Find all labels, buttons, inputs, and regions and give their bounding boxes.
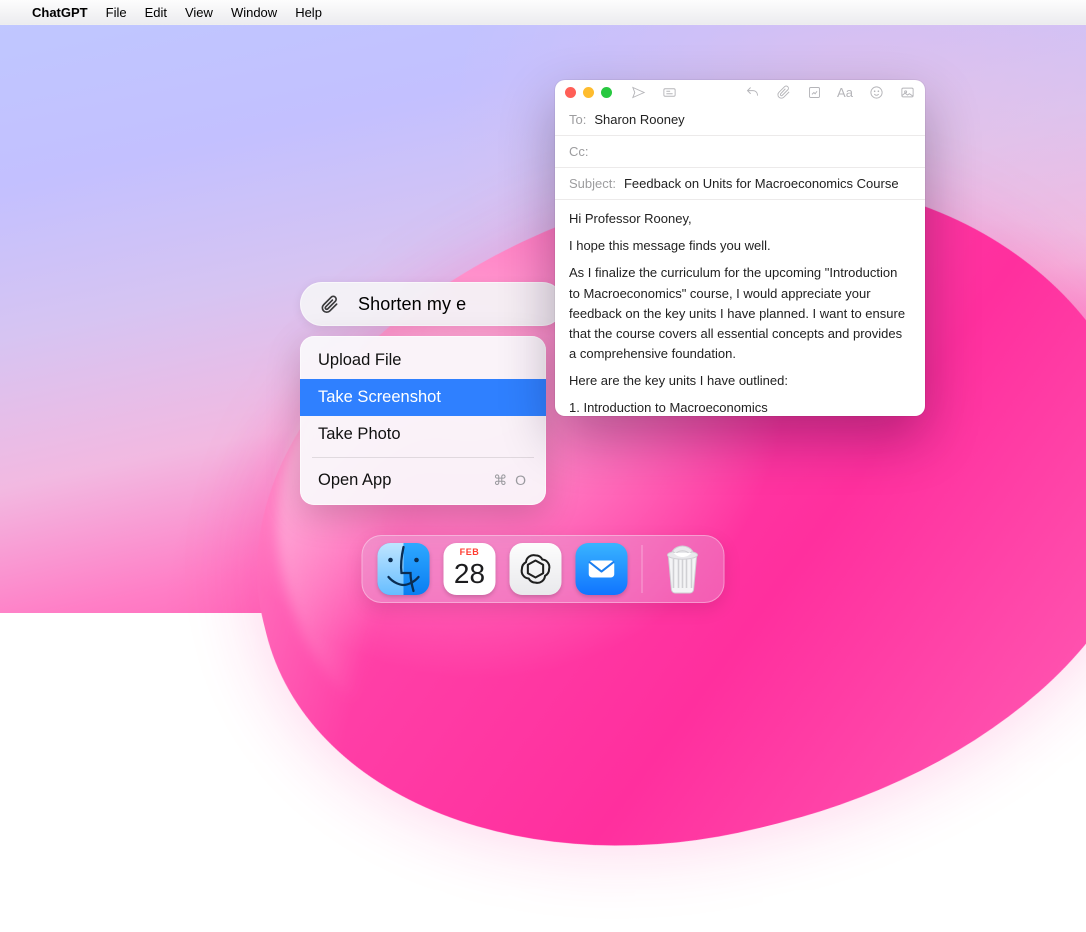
paperclip-icon[interactable] (314, 289, 344, 319)
to-field-row[interactable]: To: Sharon Rooney (555, 104, 925, 136)
cc-label: Cc: (569, 144, 589, 159)
window-controls (565, 87, 612, 98)
media-icon[interactable] (899, 84, 915, 100)
subject-field-row[interactable]: Subject: Feedback on Units for Macroecon… (555, 168, 925, 200)
body-paragraph: I hope this message finds you well. (569, 236, 911, 256)
mail-toolbar: Aa (555, 80, 925, 104)
mail-compose-window: Aa To: Sharon Rooney Cc: Subject: Feedba… (555, 80, 925, 416)
menu-item-label: Open App (318, 471, 391, 490)
menu-item-take-screenshot[interactable]: Take Screenshot (300, 379, 546, 416)
menu-help[interactable]: Help (295, 5, 322, 20)
attach-icon[interactable] (775, 84, 791, 100)
attach-menu: Upload File Take Screenshot Take Photo O… (300, 336, 546, 505)
dock-app-finder[interactable] (378, 543, 430, 595)
close-button[interactable] (565, 87, 576, 98)
body-ordered-item: 1. Introduction to Macroeconomics (569, 398, 911, 416)
body-paragraph: Here are the key units I have outlined: (569, 371, 911, 391)
markup-icon[interactable] (806, 84, 822, 100)
menu-shortcut: ⌘ O (493, 472, 528, 489)
menu-item-open-app[interactable]: Open App ⌘ O (300, 462, 546, 499)
menu-window[interactable]: Window (231, 5, 277, 20)
app-menu[interactable]: ChatGPT (32, 5, 88, 20)
chatgpt-prompt-bar[interactable]: Shorten my e (300, 282, 564, 326)
emoji-icon[interactable] (868, 84, 884, 100)
subject-label: Subject: (569, 176, 616, 191)
minimize-button[interactable] (583, 87, 594, 98)
menu-item-upload-file[interactable]: Upload File (300, 342, 546, 379)
zoom-button[interactable] (601, 87, 612, 98)
reply-icon[interactable] (744, 84, 760, 100)
menu-item-label: Take Screenshot (318, 388, 441, 407)
menu-file[interactable]: File (106, 5, 127, 20)
menu-edit[interactable]: Edit (145, 5, 167, 20)
dock-app-chatgpt[interactable] (510, 543, 562, 595)
menu-item-label: Upload File (318, 351, 401, 370)
subject-value: Feedback on Units for Macroeconomics Cou… (624, 176, 899, 191)
prompt-text: Shorten my e (358, 294, 554, 315)
dock: FEB 28 (362, 535, 725, 603)
calendar-day: 28 (454, 558, 485, 590)
dock-app-calendar[interactable]: FEB 28 (444, 543, 496, 595)
dock-app-mail[interactable] (576, 543, 628, 595)
menu-item-label: Take Photo (318, 425, 401, 444)
dock-separator (642, 545, 643, 593)
mail-body[interactable]: Hi Professor Rooney, I hope this message… (555, 200, 925, 416)
menu-bar: ChatGPT File Edit View Window Help (0, 0, 1086, 25)
menu-divider (312, 457, 534, 458)
menu-item-take-photo[interactable]: Take Photo (300, 416, 546, 453)
dock-trash[interactable] (657, 543, 709, 595)
to-label: To: (569, 112, 586, 127)
menu-view[interactable]: View (185, 5, 213, 20)
body-greeting: Hi Professor Rooney, (569, 209, 911, 229)
format-icon[interactable]: Aa (837, 84, 853, 100)
calendar-month: FEB (460, 547, 480, 557)
body-paragraph: As I finalize the curriculum for the upc… (569, 263, 911, 364)
send-icon[interactable] (630, 84, 646, 100)
to-value: Sharon Rooney (594, 112, 684, 127)
cc-field-row[interactable]: Cc: (555, 136, 925, 168)
header-fields-icon[interactable] (661, 84, 677, 100)
